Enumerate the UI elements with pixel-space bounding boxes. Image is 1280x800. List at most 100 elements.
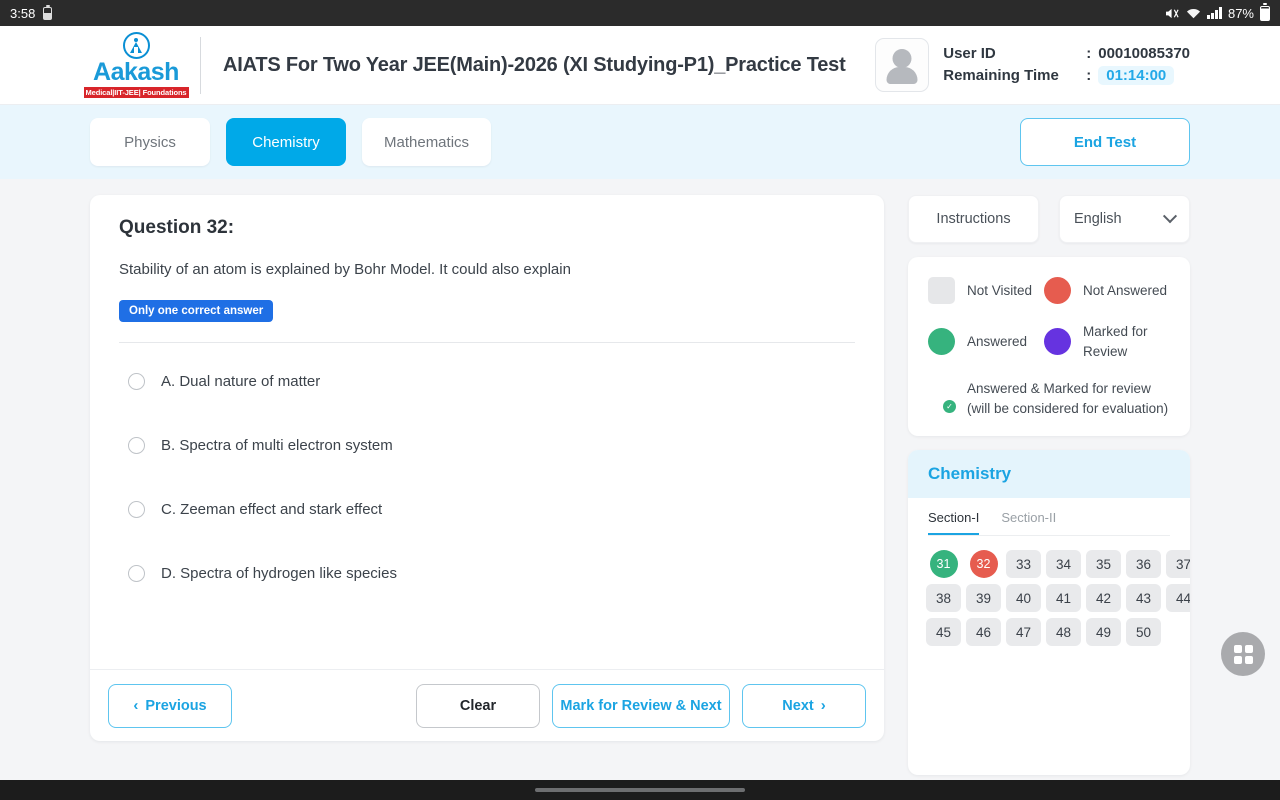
subject-tab-bar: Physics Chemistry Mathematics End Test xyxy=(0,105,1280,179)
palette-question-grid: 31 32 33 34 35 36 37 38 39 40 41 42 43 44 45 46 47 48 49 50 xyxy=(908,536,1190,660)
end-test-button[interactable]: End Test xyxy=(1020,118,1190,166)
gesture-handle[interactable] xyxy=(535,788,745,792)
question-number: Question 32: xyxy=(119,217,235,238)
user-id-label: User ID xyxy=(943,45,996,62)
previous-button[interactable]: ‹ Previous xyxy=(108,683,232,728)
palette-question-41[interactable]: 41 xyxy=(1046,584,1081,613)
status-bar-left: 3:58 xyxy=(10,4,53,21)
palette-question-48[interactable]: 48 xyxy=(1046,618,1081,647)
header-divider xyxy=(200,36,201,94)
tab-chemistry[interactable]: Chemistry xyxy=(226,118,346,166)
header-user-info: User ID : 00010085370 Remaining Time : 0… xyxy=(875,38,1280,92)
status-bar-right: 87% xyxy=(1165,2,1270,21)
instructions-button[interactable]: Instructions xyxy=(908,195,1039,243)
radio-icon-b[interactable] xyxy=(128,436,145,454)
next-button-label: Next xyxy=(782,697,814,714)
option-list: A. Dual nature of matter B. Spectra of m… xyxy=(119,349,855,605)
option-c[interactable]: C. Zeeman effect and stark effect xyxy=(119,477,855,541)
android-navigation-bar xyxy=(0,780,1280,800)
palette-question-35[interactable]: 35 xyxy=(1086,550,1121,579)
legend-card: Not Visited Not Answered Answered Marked… xyxy=(908,257,1190,437)
avatar xyxy=(875,38,930,92)
legend-answered: Answered xyxy=(928,322,1044,361)
palette-question-45[interactable]: 45 xyxy=(926,618,961,647)
mark-for-review-next-button[interactable]: Mark for Review & Next xyxy=(552,683,730,728)
legend-marked-swatch-icon xyxy=(1044,328,1071,356)
clear-button[interactable]: Clear xyxy=(416,683,540,728)
option-c-label: C. Zeeman effect and stark effect xyxy=(161,500,383,518)
apps-floating-button[interactable] xyxy=(1221,632,1265,676)
legend-marked-for-review: Marked for Review xyxy=(1044,322,1170,361)
question-action-bar: ‹ Previous Clear Mark for Review & Next … xyxy=(90,669,884,741)
option-b-label: B. Spectra of multi electron system xyxy=(161,436,393,454)
main-content: Question 32: Stability of an atom is exp… xyxy=(0,179,1280,775)
palette-question-40[interactable]: 40 xyxy=(1006,584,1041,613)
wifi-icon xyxy=(1186,7,1201,20)
user-id-colon: : xyxy=(1086,45,1092,62)
subject-tabs: Physics Chemistry Mathematics xyxy=(90,118,492,166)
legend-answered-swatch-icon xyxy=(928,328,955,356)
palette-question-49[interactable]: 49 xyxy=(1086,618,1121,647)
next-button[interactable]: Next › xyxy=(742,683,866,728)
chevron-down-icon xyxy=(1162,209,1178,224)
palette-question-50[interactable]: 50 xyxy=(1126,618,1161,647)
aakash-emblem-icon xyxy=(122,32,150,59)
question-card: Question 32: Stability of an atom is exp… xyxy=(90,195,884,741)
palette-question-34[interactable]: 34 xyxy=(1046,550,1081,579)
palette-section-tabs: Section-I Section-II xyxy=(908,498,1190,536)
palette-question-43[interactable]: 43 xyxy=(1126,584,1161,613)
avatar-head-icon xyxy=(892,49,912,68)
palette-question-47[interactable]: 47 xyxy=(1006,618,1041,647)
palette-question-32[interactable]: 32 xyxy=(969,550,998,579)
palette-tab-section-2[interactable]: Section-II xyxy=(1001,510,1056,535)
legend-not-answered: Not Answered xyxy=(1044,277,1170,304)
question-palette: Chemistry Section-I Section-II 31 32 33 34 3… xyxy=(908,450,1190,775)
option-a-label: A. Dual nature of matter xyxy=(161,372,321,390)
logo-wordmark: Aakash xyxy=(93,58,179,86)
legend-not-answered-swatch-icon xyxy=(1044,277,1071,304)
palette-tab-section-1[interactable]: Section-I xyxy=(928,510,980,536)
app-header: Aakash Medical|IIT-JEE| Foundations AIAT… xyxy=(0,26,1280,105)
remaining-time-label: Remaining Time xyxy=(943,67,1059,84)
palette-question-44[interactable]: 44 xyxy=(1166,584,1190,613)
question-divider xyxy=(119,342,855,343)
palette-question-37[interactable]: 37 xyxy=(1166,550,1190,579)
palette-subject-title: Chemistry xyxy=(908,450,1190,499)
chevron-right-icon: › xyxy=(820,697,826,714)
legend-answered-marked-label: Answered & Marked for review (will be co… xyxy=(967,381,1169,416)
legend-answered-and-marked: ✓ Answered & Marked for review (will be … xyxy=(908,361,1190,418)
page-title: AIATS For Two Year JEE(Main)-2026 (XI St… xyxy=(223,53,846,76)
palette-question-33[interactable]: 33 xyxy=(1006,550,1041,579)
battery-icon xyxy=(1260,2,1270,21)
radio-icon-c[interactable] xyxy=(128,500,145,518)
answer-type-badge: Only one correct answer xyxy=(119,300,274,322)
avatar-body-icon xyxy=(886,67,918,84)
remaining-time-colon: : xyxy=(1086,67,1092,84)
aakash-logo: Aakash Medical|IIT-JEE| Foundations xyxy=(83,32,189,98)
palette-question-46[interactable]: 46 xyxy=(966,618,1001,647)
sidebar-top-buttons: Instructions English xyxy=(908,195,1190,243)
palette-question-38[interactable]: 38 xyxy=(926,584,961,613)
mute-icon xyxy=(1165,7,1180,20)
language-select-value: English xyxy=(1074,211,1122,227)
palette-question-36[interactable]: 36 xyxy=(1126,550,1161,579)
option-d-label: D. Spectra of hydrogen like species xyxy=(161,564,397,582)
logo-tagline: Medical|IIT-JEE| Foundations xyxy=(83,87,189,98)
option-d[interactable]: D. Spectra of hydrogen like species xyxy=(119,541,855,605)
right-sidebar: Instructions English Not Visited Not Ans… xyxy=(908,195,1190,775)
palette-question-39[interactable]: 39 xyxy=(966,584,1001,613)
palette-question-31[interactable]: 31 xyxy=(929,550,958,579)
legend-not-visited: Not Visited xyxy=(928,277,1044,304)
palette-question-42[interactable]: 42 xyxy=(1086,584,1121,613)
check-badge-icon: ✓ xyxy=(943,400,956,414)
radio-icon-d[interactable] xyxy=(128,564,145,582)
option-b[interactable]: B. Spectra of multi electron system xyxy=(119,413,855,477)
radio-icon-a[interactable] xyxy=(128,372,145,390)
tab-physics[interactable]: Physics xyxy=(90,118,210,166)
option-a[interactable]: A. Dual nature of matter xyxy=(119,349,855,413)
language-select[interactable]: English xyxy=(1059,195,1190,243)
tab-mathematics[interactable]: Mathematics xyxy=(362,118,492,166)
legend-not-visited-label: Not Visited xyxy=(967,282,1033,298)
user-id-value: 00010085370 xyxy=(1098,45,1190,62)
legend-answered-label: Answered xyxy=(967,333,1028,349)
